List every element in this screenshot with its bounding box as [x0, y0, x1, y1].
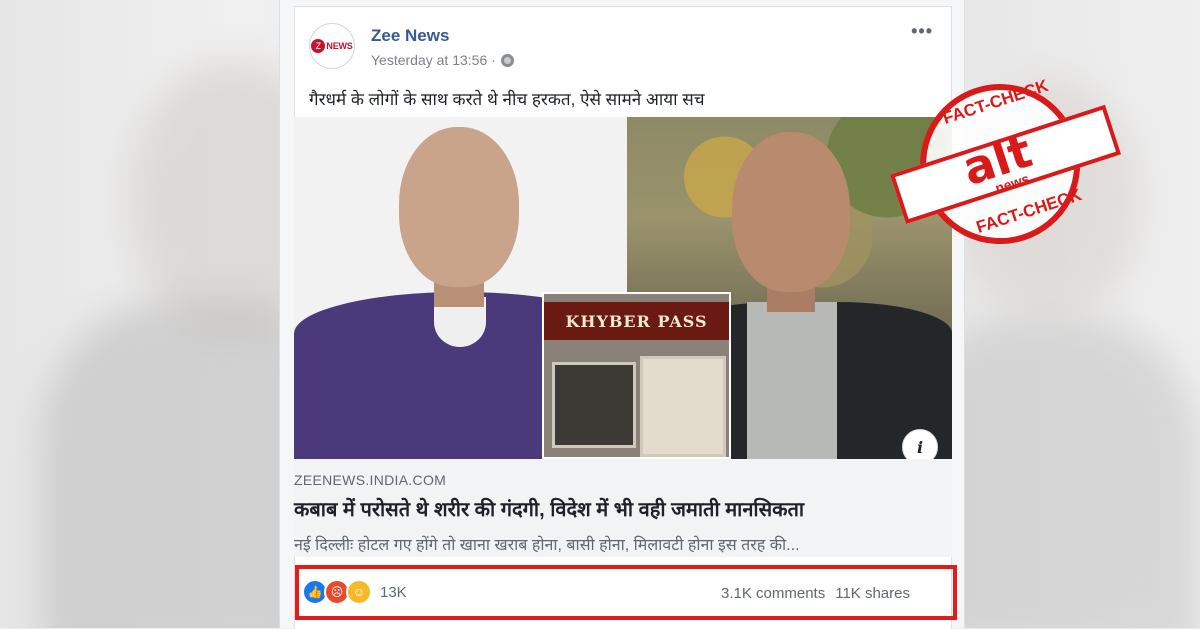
- shop-door: [640, 356, 726, 457]
- globe-icon[interactable]: [500, 53, 514, 67]
- shop-window: [552, 362, 636, 448]
- zee-logo-text: NEWS: [326, 41, 353, 51]
- shop-sign-text: KHYBER PASS: [565, 311, 708, 331]
- zee-logo-mark: Z: [311, 39, 326, 53]
- link-domain[interactable]: ZEENEWS.INDIA.COM: [294, 472, 446, 488]
- info-icon[interactable]: i: [902, 429, 938, 459]
- page-name-link[interactable]: Zee News: [371, 26, 449, 46]
- inner-shirt: [747, 302, 837, 459]
- post-timestamp[interactable]: Yesterday at 13:56 ·: [371, 52, 496, 68]
- shop-photo-inset: KHYBER PASS: [542, 292, 731, 459]
- page-avatar[interactable]: Z NEWS: [309, 23, 355, 69]
- link-preview-image[interactable]: KHYBER PASS i: [294, 117, 952, 459]
- highlight-box: [295, 565, 957, 620]
- link-headline[interactable]: कबाब में परोसते थे शरीर की गंदगी, विदेश …: [294, 495, 804, 522]
- shop-sign: KHYBER PASS: [544, 302, 729, 340]
- facebook-feed-column: Z NEWS Zee News Yesterday at 13:56 · ••• …: [279, 0, 965, 629]
- head-right: [732, 132, 850, 292]
- more-options-icon[interactable]: •••: [911, 21, 933, 42]
- link-description: नई दिल्लीः होटल गए होंगे तो खाना खराब हो…: [294, 537, 800, 554]
- post-meta: Yesterday at 13:56 ·: [371, 52, 514, 68]
- post-text: गैरधर्म के लोगों के साथ करते थे नीच हरकत…: [309, 90, 705, 109]
- head-left: [399, 127, 519, 287]
